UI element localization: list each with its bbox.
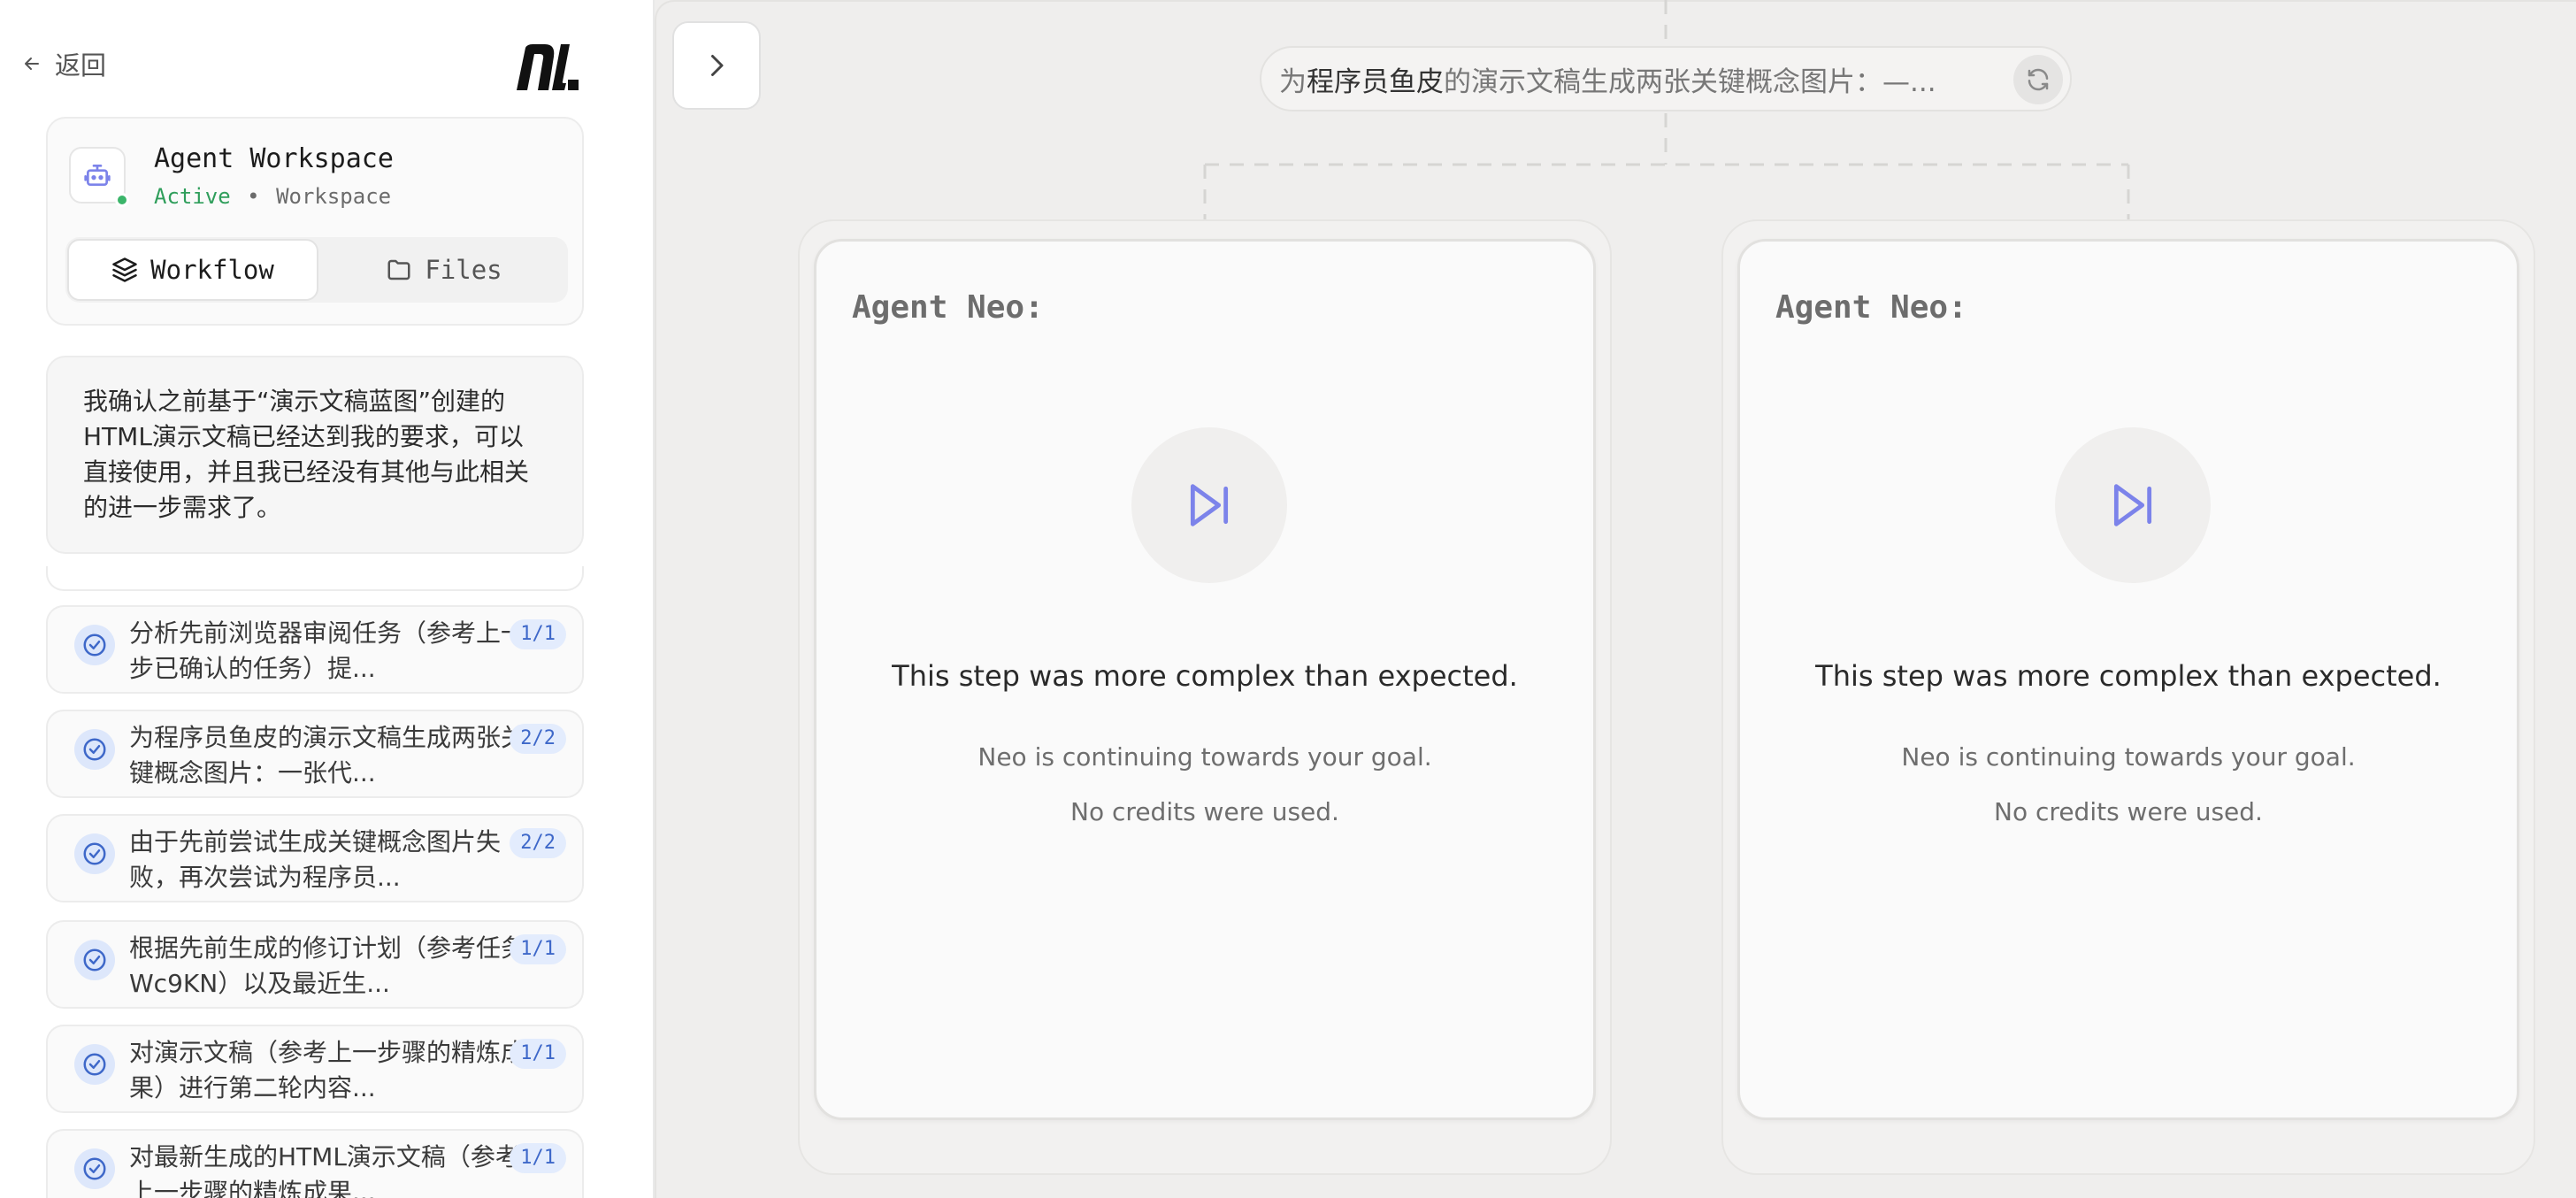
task-list-edge (46, 566, 584, 591)
check-circle-icon (74, 729, 115, 770)
task-item[interactable]: 为程序员鱼皮的演示文稿生成两张关键概念图片：一张代... 2/2 (46, 710, 584, 798)
agent-name: Agent Neo: (852, 289, 1044, 326)
sidebar: 返回 Agent Workspace Active • Workspace Wo… (0, 0, 655, 1198)
refresh-icon (2028, 68, 2049, 91)
tab-files-label: Files (425, 255, 502, 285)
agent-name: Agent Neo: (1775, 289, 1967, 326)
task-text: 由于先前尝试生成关键概念图片失败，再次尝试为程序员... (129, 827, 502, 892)
task-item[interactable]: 根据先前生成的修订计划（参考任务 Wc9KN）以及最近生... 1/1 (46, 920, 584, 1009)
prompt-prefix: 为 (1279, 65, 1307, 98)
workspace-subtitle: Active • Workspace (154, 184, 391, 209)
agent-node[interactable]: Agent Neo: This step was more complex th… (798, 219, 1612, 1175)
task-text: 根据先前生成的修订计划（参考任务 Wc9KN）以及最近生... (129, 933, 526, 998)
task-text: 对最新生成的HTML演示文稿（参考上一步骤的精炼成果... (129, 1142, 520, 1198)
task-item[interactable]: 对最新生成的HTML演示文稿（参考上一步骤的精炼成果... 1/1 (46, 1129, 584, 1198)
back-label: 返回 (55, 50, 107, 81)
check-circle-icon (74, 625, 115, 665)
agent-credits-line: No credits were used. (1994, 797, 2263, 826)
prompt-highlight: 程序员鱼皮 (1307, 65, 1444, 98)
prompt-text: 为程序员鱼皮的演示文稿生成两张关键概念图片：—... (1279, 59, 2005, 99)
check-circle-icon (74, 1148, 115, 1189)
task-text: 分析先前浏览器审阅任务（参考上一步已确认的任务）提... (129, 618, 526, 683)
check-circle-icon (74, 1044, 115, 1085)
tab-workflow-label: Workflow (150, 255, 274, 285)
expand-sidebar-button[interactable] (672, 21, 761, 110)
agent-status-line: Neo is continuing towards your goal. (978, 742, 1432, 772)
task-progress-badge: 2/2 (510, 724, 566, 754)
workflow-connectors (1203, 0, 2130, 219)
task-progress-badge: 1/1 (510, 934, 566, 964)
workspace-tabs: Workflow Files (65, 237, 568, 303)
agent-card: Agent Neo: This step was more complex th… (1737, 239, 2519, 1120)
agent-card: Agent Neo: This step was more complex th… (814, 239, 1596, 1120)
tab-files[interactable]: Files (320, 237, 568, 303)
agent-heading: This step was more complex than expected… (1815, 659, 2442, 693)
layers-icon (112, 257, 137, 282)
refresh-button[interactable] (2013, 55, 2063, 104)
skip-forward-icon (2055, 427, 2211, 583)
agent-status-line: Neo is continuing towards your goal. (1901, 742, 2356, 772)
check-circle-icon (74, 833, 115, 874)
workspace-type: Workspace (276, 184, 392, 209)
workspace-status: Active (154, 184, 231, 209)
arrow-left-icon (25, 58, 39, 70)
task-progress-badge: 1/1 (510, 1143, 566, 1173)
agent-credits-line: No credits were used. (1070, 797, 1339, 826)
agent-heading: This step was more complex than expected… (892, 659, 1518, 693)
chevron-right-icon (711, 55, 724, 76)
folder-icon (387, 259, 410, 280)
task-progress-badge: 1/1 (510, 1039, 566, 1069)
task-text: 对演示文稿（参考上一步骤的精炼成果）进行第二轮内容... (129, 1038, 526, 1102)
check-circle-icon (74, 940, 115, 980)
prompt-node[interactable]: 为程序员鱼皮的演示文稿生成两张关键概念图片：—... (1260, 46, 2072, 111)
prompt-rest: 的演示文稿生成两张关键概念图片：—... (1444, 65, 1936, 98)
skip-forward-icon (1131, 427, 1287, 583)
task-progress-badge: 2/2 (510, 828, 566, 858)
task-text: 为程序员鱼皮的演示文稿生成两张关键概念图片：一张代... (129, 723, 526, 787)
workspace-card: Agent Workspace Active • Workspace Workf… (46, 117, 584, 326)
workspace-separator: • (247, 184, 260, 209)
back-link[interactable]: 返回 (21, 46, 106, 81)
robot-icon (84, 165, 111, 186)
tab-workflow[interactable]: Workflow (67, 239, 318, 301)
workspace-title: Agent Workspace (154, 143, 394, 174)
neo-logo[interactable] (513, 42, 580, 92)
agent-node[interactable]: Agent Neo: This step was more complex th… (1721, 219, 2535, 1175)
workflow-canvas[interactable]: 为程序员鱼皮的演示文稿生成两张关键概念图片：—... Agent Neo: Th… (655, 0, 2576, 1198)
task-item[interactable]: 分析先前浏览器审阅任务（参考上一步已确认的任务）提... 1/1 (46, 605, 584, 694)
task-item[interactable]: 由于先前尝试生成关键概念图片失败，再次尝试为程序员... 2/2 (46, 814, 584, 902)
task-item[interactable]: 对演示文稿（参考上一步骤的精炼成果）进行第二轮内容... 1/1 (46, 1025, 584, 1113)
status-dot (115, 193, 129, 207)
task-progress-badge: 1/1 (510, 619, 566, 649)
user-message: 我确认之前基于“演示文稿蓝图”创建的HTML演示文稿已经达到我的要求，可以直接使… (46, 356, 584, 554)
